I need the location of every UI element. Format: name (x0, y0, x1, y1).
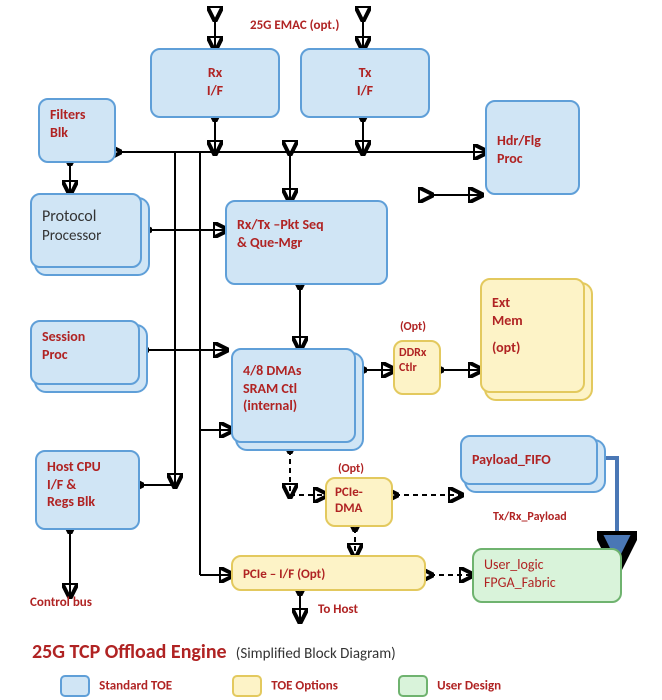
session-proc-block: Session Proc (30, 320, 140, 385)
session-l1: Session (42, 328, 128, 346)
pktseq-l1: Rx/Tx –Pkt Seq (237, 216, 376, 234)
legend-opt-swatch (232, 675, 262, 697)
protocol-proc-block: Protocol Processor (30, 193, 142, 268)
extmem-l1: Ext (492, 294, 573, 312)
extmem-l3: (opt) (492, 339, 573, 357)
diagram-title: 25G TCP Offload Engine (32, 640, 227, 664)
emac-label: 25G EMAC (opt.) (250, 18, 339, 33)
legend-user-label: User Design (437, 678, 501, 693)
txrx-payload-label: Tx/Rx_Payload (493, 510, 567, 524)
control-bus-label: Control bus (30, 595, 92, 610)
pktseq-l2: & Que-Mgr (237, 234, 376, 252)
extmem-block: Ext Mem (opt) (480, 278, 585, 393)
opt-label-1: (Opt) (400, 320, 426, 334)
legend: Standard TOE TOE Options User Design (60, 675, 501, 697)
userlogic-l1: User_logic (484, 556, 610, 574)
host-l2: I/F & (47, 476, 128, 494)
to-host-label: To Host (318, 602, 358, 617)
pcie-dma-l1: PCIe- (335, 485, 383, 501)
diagram-stage: 25G EMAC (opt.) (0, 0, 662, 700)
userlogic-block: User_logic FPGA_Fabric (472, 548, 622, 603)
protocol-l2: Processor (42, 227, 130, 246)
session-l2: Proc (42, 346, 128, 364)
pktseq-block: Rx/Tx –Pkt Seq & Que-Mgr (225, 200, 388, 285)
userlogic-l2: FPGA_Fabric (484, 574, 610, 592)
filters-l2: Blk (50, 124, 104, 142)
extmem-l2: Mem (492, 312, 573, 330)
hdrflg-l1: Hdr/Flg (497, 132, 568, 150)
ddrx-block: DDRx Ctlr (393, 340, 441, 395)
legend-user-swatch (398, 675, 428, 697)
pcie-if-block: PCIe – I/F (Opt) (231, 555, 426, 591)
opt-label-2: (Opt) (338, 462, 364, 476)
ddrx-l2: Ctlr (399, 361, 435, 376)
protocol-l1: Protocol (42, 207, 130, 227)
filters-l1: Filters (50, 106, 104, 124)
payload-fifo-block: Payload_FIFO (460, 435, 598, 485)
hdrflg-l2: Proc (497, 150, 568, 168)
legend-toe-swatch (60, 675, 90, 697)
pcie-dma-block: PCIe- DMA (325, 477, 393, 527)
tx-if-l1: Tx (312, 64, 418, 82)
pcie-if-label: PCIe – I/F (Opt) (243, 567, 325, 582)
rx-if-l1: Rx (162, 64, 268, 82)
rx-if-block: Rx I/F (150, 48, 280, 118)
hdrflg-block: Hdr/Flg Proc (485, 100, 580, 195)
legend-standard: Standard TOE (60, 675, 172, 697)
host-l1: Host CPU (47, 458, 128, 476)
diagram-subtitle: (Simplified Block Diagram) (236, 645, 396, 663)
dma-l1: 4/8 DMAs (243, 362, 344, 380)
dma-l3: (internal) (243, 397, 344, 415)
title-row: 25G TCP Offload Engine (Simplified Block… (32, 640, 396, 664)
dma-l2: SRAM Ctl (243, 380, 344, 398)
filters-block: Filters Blk (38, 98, 116, 163)
hostcpu-block: Host CPU I/F & Regs Blk (35, 450, 140, 530)
legend-options: TOE Options (232, 675, 338, 697)
legend-toe-label: Standard TOE (99, 678, 172, 693)
payload-fifo-label: Payload_FIFO (472, 451, 551, 468)
legend-user: User Design (398, 675, 501, 697)
tx-if-l2: I/F (312, 82, 418, 100)
pcie-dma-l2: DMA (335, 501, 383, 517)
rx-if-l2: I/F (162, 82, 268, 100)
ddrx-l1: DDRx (399, 346, 435, 361)
tx-if-block: Tx I/F (300, 48, 430, 118)
host-l3: Regs Blk (47, 493, 128, 511)
legend-opt-label: TOE Options (271, 678, 338, 693)
dma-block: 4/8 DMAs SRAM Ctl (internal) (231, 348, 356, 443)
